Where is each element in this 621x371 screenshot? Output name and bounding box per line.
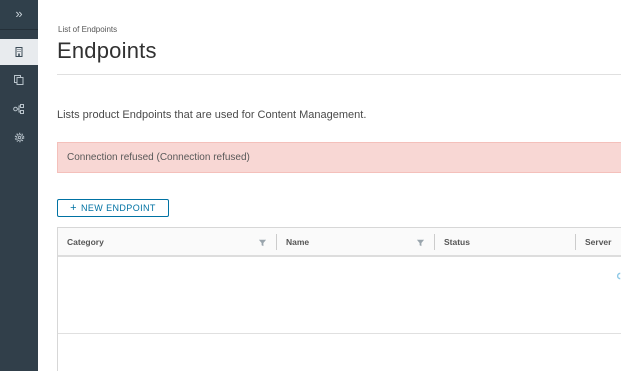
endpoints-table: Category Name Status Server	[57, 227, 621, 371]
column-header-server[interactable]: Server	[576, 228, 621, 255]
column-header-category[interactable]: Category	[58, 228, 276, 255]
nav-item-content[interactable]	[0, 67, 38, 93]
filter-icon[interactable]	[416, 238, 425, 247]
table-header: Category Name Status Server	[58, 228, 621, 257]
error-alert: Connection refused (Connection refused)	[57, 142, 621, 173]
loading-spinner-icon	[616, 272, 621, 280]
title-divider	[57, 74, 621, 75]
alert-message: Connection refused (Connection refused)	[67, 152, 250, 163]
column-label-status: Status	[444, 236, 470, 247]
page-description: Lists product Endpoints that are used fo…	[57, 109, 367, 121]
collapse-toggle-button[interactable]: »	[0, 0, 38, 30]
building-icon	[15, 47, 23, 57]
nav-item-topology[interactable]	[0, 96, 38, 122]
column-header-name[interactable]: Name	[277, 228, 434, 255]
plus-icon: +	[70, 201, 77, 214]
column-header-status[interactable]: Status	[435, 228, 575, 255]
gear-icon	[14, 132, 24, 142]
page-title: Endpoints	[57, 38, 157, 63]
table-footer-divider	[58, 333, 621, 334]
main-content: List of Endpoints Endpoints Lists produc…	[38, 0, 621, 371]
column-label-name: Name	[286, 236, 310, 247]
nav-item-endpoints[interactable]	[0, 39, 38, 65]
breadcrumb[interactable]: List of Endpoints	[58, 25, 117, 34]
new-endpoint-button[interactable]: + NEW ENDPOINT	[57, 199, 169, 217]
column-label-server: Server	[585, 236, 612, 247]
filter-icon[interactable]	[258, 238, 267, 247]
nav-item-settings[interactable]	[0, 124, 38, 150]
copy-icon	[14, 75, 24, 85]
new-endpoint-label: NEW ENDPOINT	[81, 203, 156, 213]
column-label-category: Category	[67, 236, 104, 247]
network-icon	[13, 104, 24, 114]
side-navigation: »	[0, 0, 38, 371]
